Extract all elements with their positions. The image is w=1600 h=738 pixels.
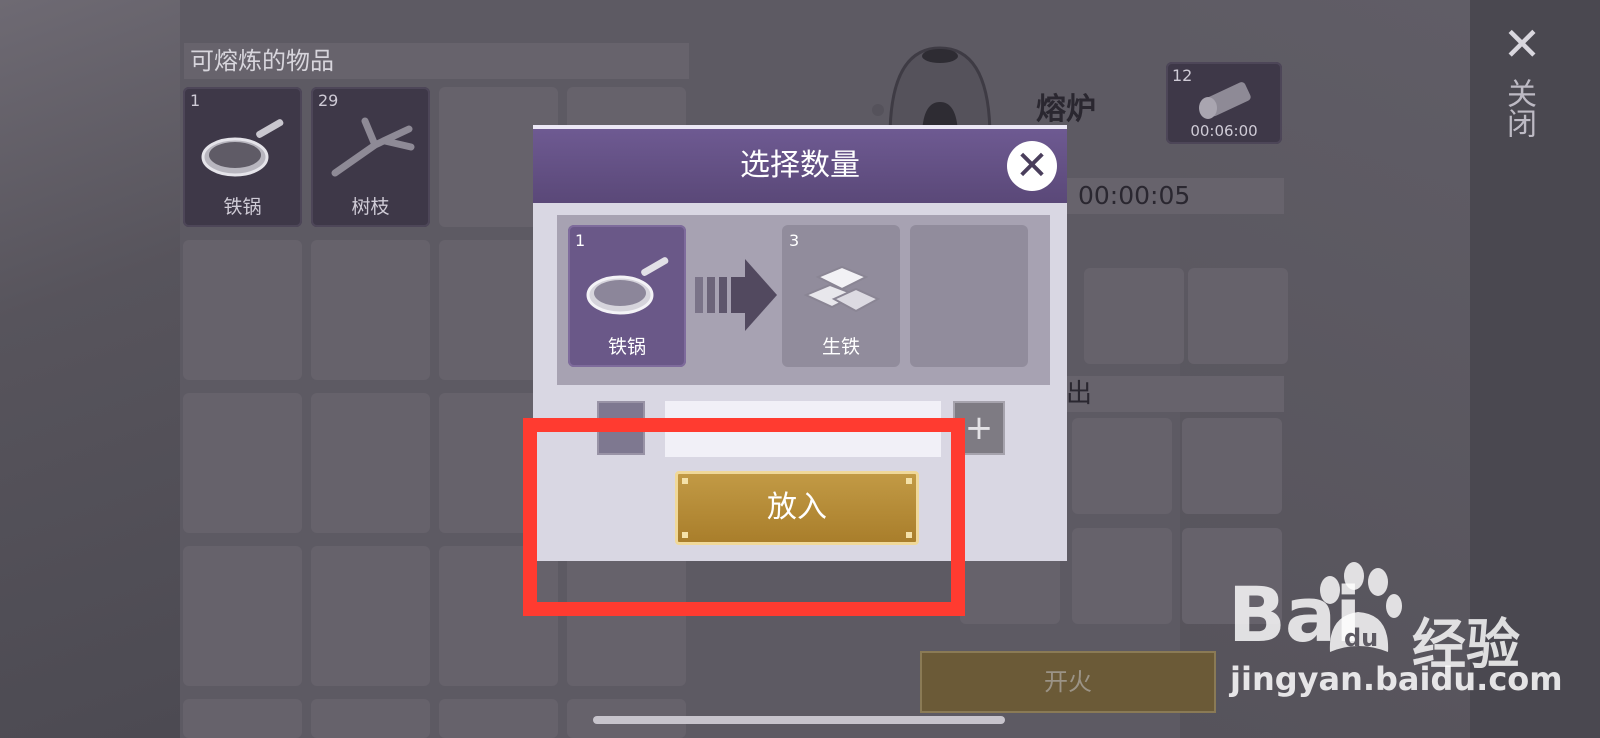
inventory-slot-empty[interactable] <box>183 699 302 738</box>
fuel-count: 12 <box>1172 66 1193 85</box>
inventory-slot-empty[interactable] <box>439 699 558 738</box>
close-icon[interactable]: ✕ <box>1502 21 1542 67</box>
smelt-timer: 00:00:05 <box>1066 178 1284 214</box>
inventory-slot-empty[interactable] <box>311 699 430 738</box>
svg-text:du: du <box>1344 624 1378 652</box>
branch-icon <box>331 117 415 177</box>
furnace-title: 熔炉 <box>1036 92 1096 127</box>
log-icon <box>1199 82 1251 119</box>
item-name: 铁锅 <box>223 196 262 218</box>
smeltable-items-title: 可熔炼的物品 <box>184 43 689 79</box>
output-slot[interactable] <box>1072 418 1172 514</box>
inventory-slot-frying-pan[interactable]: 1 铁锅 <box>183 87 302 227</box>
frying-pan-icon <box>586 257 669 315</box>
arrow-right-icon <box>695 259 777 331</box>
frying-pan-icon <box>201 119 284 177</box>
paw-logo-icon: du <box>1320 562 1402 652</box>
output-item-name: 生铁 <box>821 336 860 358</box>
dialog-title: 选择数量 <box>533 129 1067 203</box>
inventory-slot-empty[interactable] <box>311 240 430 380</box>
iron-ingot-icon <box>803 265 881 313</box>
output-item-slot: 3 生铁 <box>782 225 900 367</box>
input-item-slot: 1 铁锅 <box>568 225 686 367</box>
conversion-panel: 1 铁锅 3 生铁 <box>557 215 1050 385</box>
fuel-time: 00:06:00 <box>1190 122 1258 140</box>
inventory-slot-empty[interactable] <box>311 546 430 686</box>
output-label: 出 <box>1046 376 1284 412</box>
highlight-annotation <box>523 418 965 616</box>
item-count: 1 <box>190 91 201 110</box>
inventory-slot-empty[interactable] <box>183 240 302 380</box>
fuel-slot[interactable]: 12 00:06:00 <box>1166 62 1282 144</box>
background-art <box>0 0 180 738</box>
input-item-name: 铁锅 <box>607 336 646 358</box>
input-item-count: 1 <box>575 231 586 250</box>
inventory-slot-empty[interactable] <box>311 393 430 533</box>
inventory-slot-empty[interactable] <box>183 546 302 686</box>
home-indicator <box>593 716 1005 724</box>
ignite-button[interactable]: 开火 <box>920 651 1216 713</box>
output-slot[interactable] <box>1072 528 1172 624</box>
empty-result-slot <box>910 225 1028 367</box>
item-count: 29 <box>318 91 339 110</box>
dialog-close-button[interactable]: ✕ <box>1007 141 1057 191</box>
furnace-slot[interactable] <box>1188 268 1288 364</box>
watermark-url: jingyan.baidu.com <box>1230 660 1563 698</box>
inventory-slot-branch[interactable]: 29 树枝 <box>311 87 430 227</box>
output-slot[interactable] <box>1182 418 1282 514</box>
item-name: 树枝 <box>351 196 390 218</box>
close-label[interactable]: 关闭 <box>1501 78 1536 138</box>
inventory-slot-empty[interactable] <box>183 393 302 533</box>
output-item-count: 3 <box>789 231 800 250</box>
furnace-slot[interactable] <box>1084 268 1184 364</box>
